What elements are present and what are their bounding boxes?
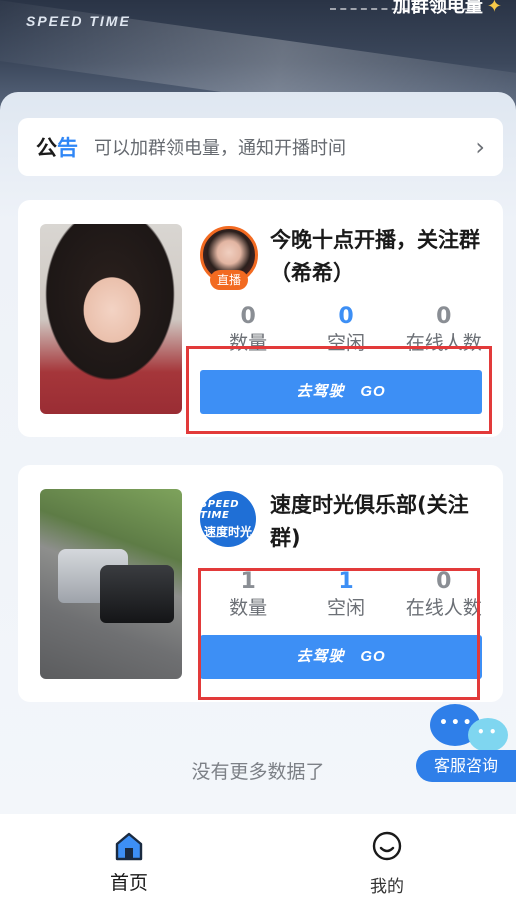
stat-online-value: 0 [436, 304, 452, 329]
tab-mine[interactable]: 我的 [258, 814, 516, 905]
stat-online-label: 在线人数 [405, 597, 482, 619]
card-photo [40, 224, 182, 414]
customer-service-button[interactable]: 客服咨询 [416, 702, 516, 782]
notice-bar[interactable]: 公告 可以加群领电量，通知开播时间 › [18, 118, 503, 176]
banner-promo-text: 加群领电量 [392, 0, 483, 17]
notice-tag-part1: 公 [36, 136, 57, 160]
notice-tag: 公告 [36, 132, 78, 162]
tab-mine-label: 我的 [370, 877, 404, 897]
smile-icon [371, 830, 403, 862]
card-photo [40, 489, 182, 679]
notice-tag-part2: 告 [57, 136, 78, 160]
go-drive-button[interactable]: 去驾驶 GO [200, 370, 482, 414]
stat-count-label: 数量 [229, 597, 268, 619]
stat-count: 0 数量 [200, 304, 296, 360]
stat-count: 1 数量 [200, 569, 296, 625]
stat-idle-label: 空闲 [326, 597, 365, 619]
car-card[interactable]: 直播 今晚十点开播，关注群（希希） 0 数量 0 空闲 0 在线人数 去驾驶 G… [18, 200, 503, 437]
stat-idle: 1 空闲 [298, 569, 394, 625]
stat-idle-label: 空闲 [326, 332, 365, 354]
card-title: 速度时光俱乐部(关注群) [270, 493, 469, 550]
stat-idle-value: 0 [338, 304, 354, 329]
stat-online: 0 在线人数 [396, 569, 492, 625]
chat-bubble-icon [468, 718, 508, 752]
bottom-tab-bar: 首页 我的 [0, 814, 516, 905]
star-icon: ✦ [486, 0, 502, 17]
customer-service-label: 客服咨询 [416, 750, 516, 782]
go-drive-button[interactable]: 去驾驶 GO [200, 635, 482, 679]
tab-home[interactable]: 首页 [0, 814, 258, 905]
banner-logo: SPEED TIME [26, 13, 131, 29]
club-logo-en: SPEED TIME [200, 498, 239, 521]
stat-count-value: 1 [240, 569, 256, 594]
stat-online-value: 0 [436, 569, 452, 594]
stat-idle: 0 空闲 [298, 304, 394, 360]
club-logo-cn: 速度时光 [203, 524, 252, 539]
car-graphic [100, 565, 174, 623]
card-title: 今晚十点开播，关注群（希希） [270, 228, 480, 285]
card-stats: 0 数量 0 空闲 0 在线人数 [200, 304, 492, 360]
stat-count-label: 数量 [229, 332, 268, 354]
card-stats: 1 数量 1 空闲 0 在线人数 [200, 569, 492, 625]
notice-text: 可以加群领电量，通知开播时间 [94, 138, 346, 159]
home-icon [113, 830, 145, 862]
chevron-right-icon: › [475, 133, 485, 161]
banner-promo[interactable]: 加群领电量 ✦ [393, 0, 502, 18]
live-badge: 直播 [210, 270, 248, 290]
club-logo: SPEED TIME 速度时光 [200, 491, 256, 547]
stat-online-label: 在线人数 [405, 332, 482, 354]
stat-idle-value: 1 [338, 569, 354, 594]
stat-count-value: 0 [240, 304, 256, 329]
stat-online: 0 在线人数 [396, 304, 492, 360]
car-card[interactable]: SPEED TIME 速度时光 速度时光俱乐部(关注群) 1 数量 1 空闲 0… [18, 465, 503, 702]
tab-home-label: 首页 [109, 872, 148, 894]
